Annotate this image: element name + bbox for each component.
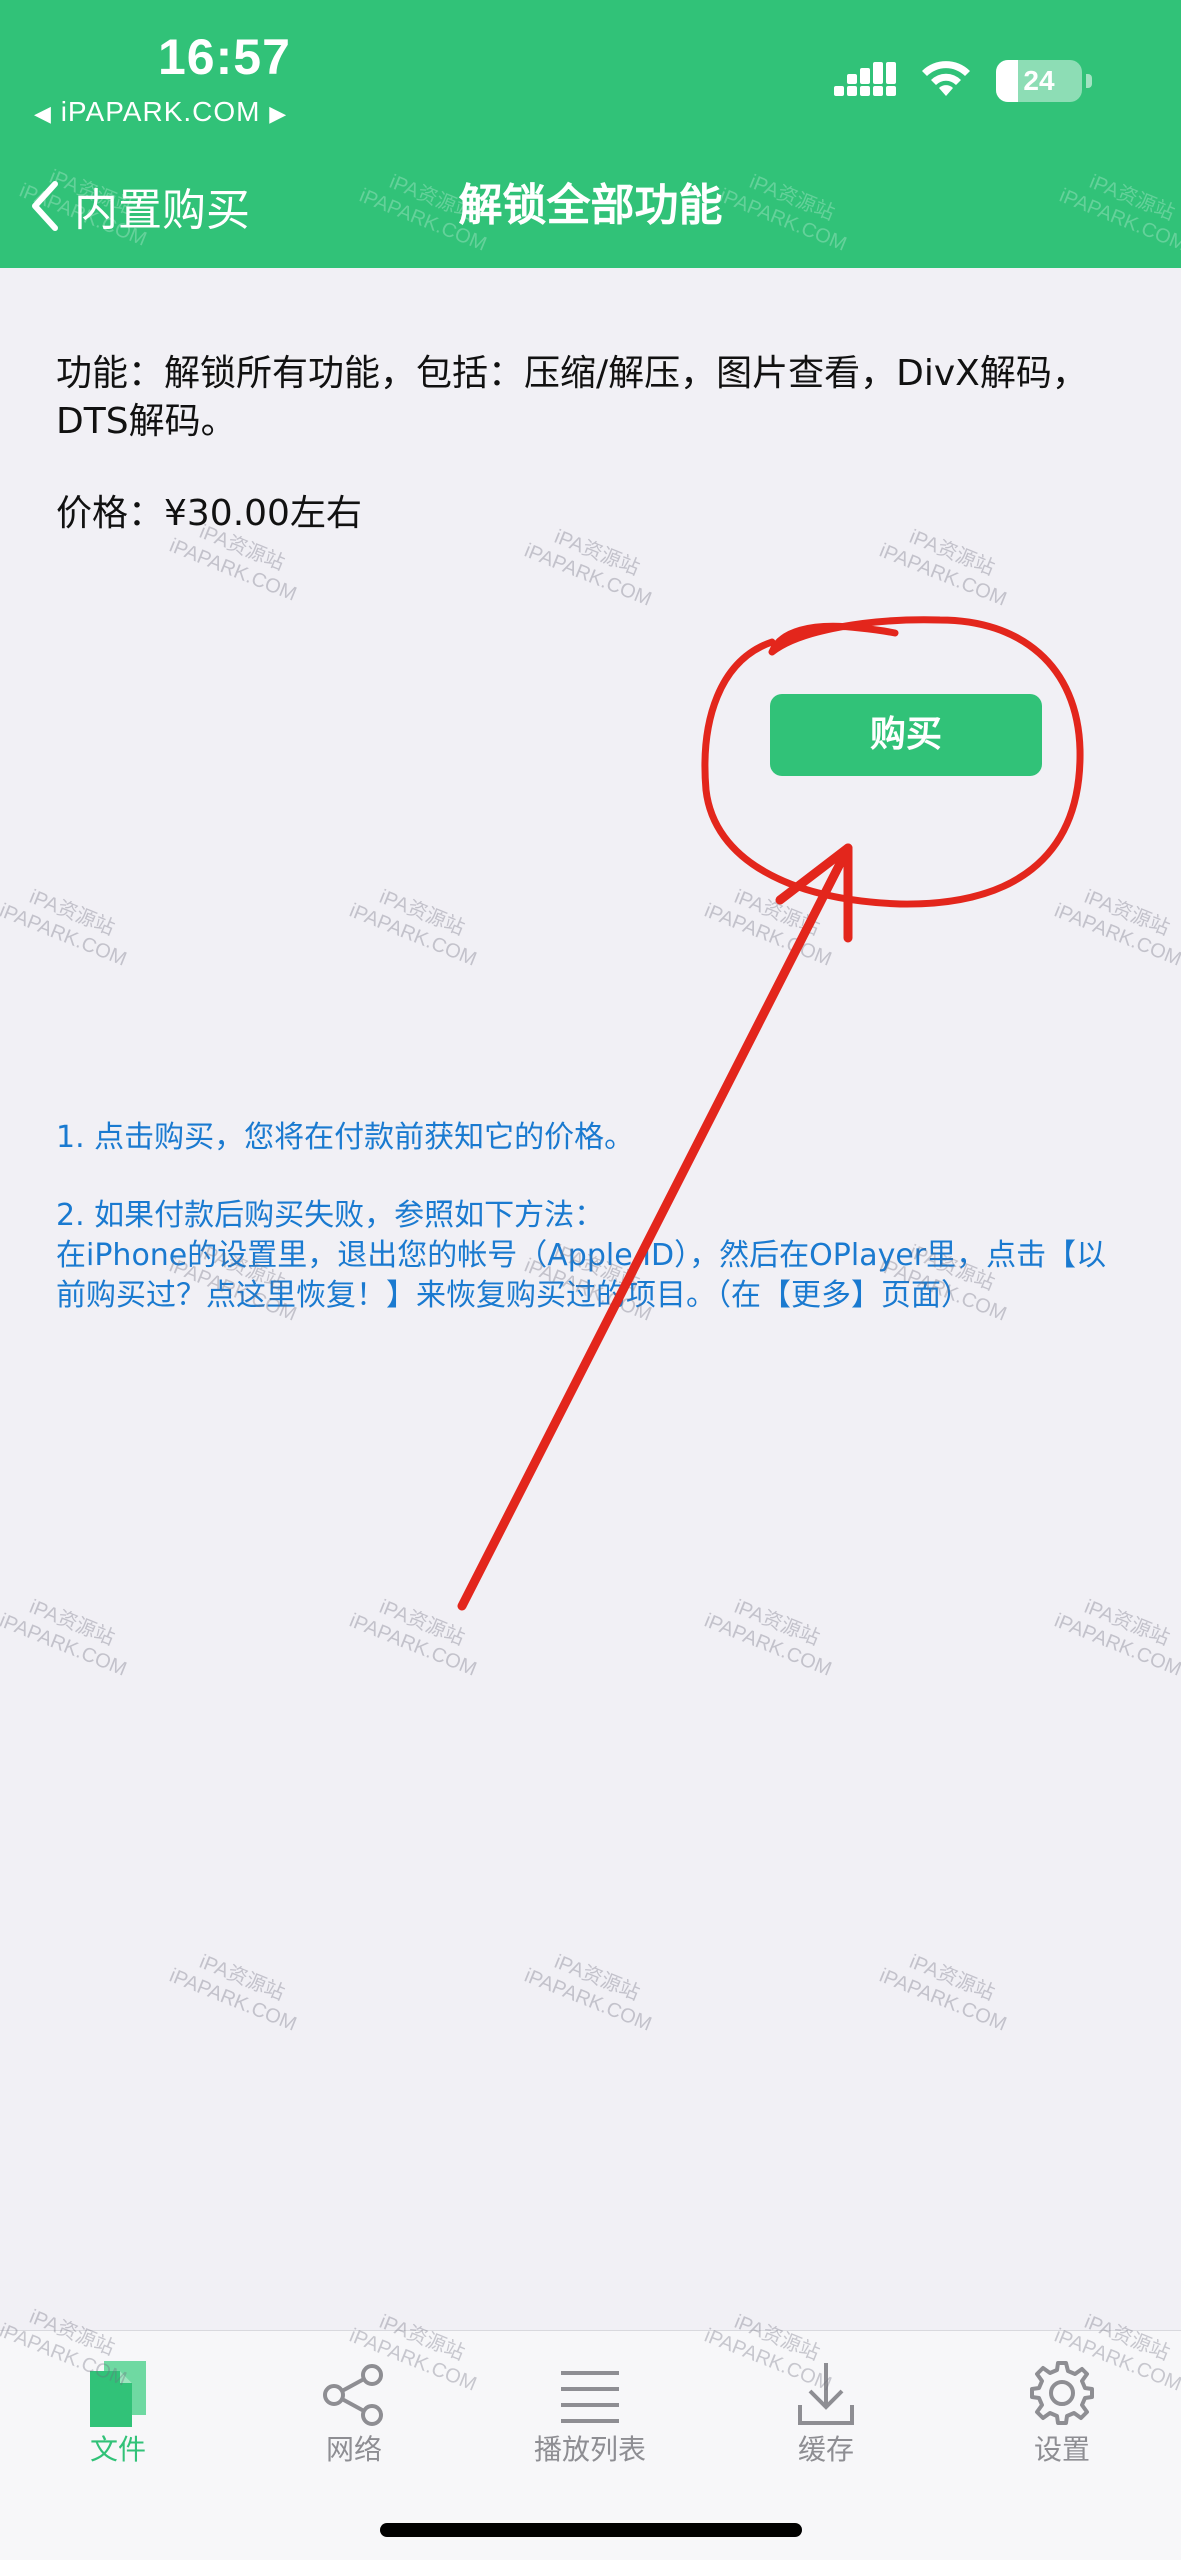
watermark: iPA资源站 iPAPARK.COM xyxy=(1051,885,1181,971)
list-icon xyxy=(561,2371,619,2423)
tab-network-label: 网络 xyxy=(325,2433,382,2466)
watermark: iPA资源站 iPAPARK.COM xyxy=(701,885,835,971)
watermark: iPA资源站 iPAPARK.COM xyxy=(876,1950,1010,2036)
watermark: iPA资源站 iPAPARK.COM xyxy=(0,885,130,971)
watermark: iPA资源站 iPAPARK.COM xyxy=(0,1595,130,1681)
tab-cache-label: 缓存 xyxy=(797,2433,854,2466)
watermark: iPA资源站 iPAPARK.COM xyxy=(166,1950,300,2036)
battery-indicator: 24 xyxy=(996,60,1094,102)
tab-settings-label: 设置 xyxy=(1033,2433,1090,2466)
watermark: iPA资源站 iPAPARK.COM xyxy=(521,1950,655,2036)
download-icon xyxy=(798,2363,854,2425)
status-carrier[interactable]: ◀ iPAPARK.COM ▶ xyxy=(34,96,287,128)
watermark: iPA资源站 iPAPARK.COM xyxy=(346,885,480,971)
tab-cache[interactable]: 缓存 xyxy=(708,2353,944,2473)
watermark: iPA资源站 iPAPARK.COM xyxy=(521,525,655,611)
wifi-icon xyxy=(922,61,970,96)
tab-playlist[interactable]: 播放列表 xyxy=(472,2353,708,2473)
gear-icon xyxy=(1030,2361,1094,2425)
buy-button[interactable]: 购买 xyxy=(770,694,1042,776)
watermark: iPA资源站 iPAPARK.COM xyxy=(701,1595,835,1681)
note-step-2: 2. 如果付款后购买失败，参照如下方法： xyxy=(56,1198,605,1233)
status-time: 16:57 xyxy=(158,29,291,85)
file-icon xyxy=(90,2361,146,2427)
battery-percent: 24 xyxy=(1023,65,1055,96)
purchase-notes: 1. 点击购买，您将在付款前获知它的价格。 2. 如果付款后购买失败，参照如下方… xyxy=(56,1118,1131,1316)
watermark: iPA资源站 iPAPARK.COM xyxy=(876,525,1010,611)
share-icon xyxy=(323,2364,383,2426)
back-button[interactable]: 内置购买 xyxy=(30,176,250,236)
tab-files-label: 文件 xyxy=(89,2433,146,2466)
back-button-label: 内置购买 xyxy=(74,185,250,236)
watermark: iPA资源站 iPAPARK.COM xyxy=(1051,1595,1181,1681)
carrier-right-arrow-icon: ▶ xyxy=(269,101,288,126)
tab-playlist-label: 播放列表 xyxy=(533,2433,646,2466)
feature-description: 功能：解锁所有功能，包括：压缩/解压，图片查看，DivX解码，DTS解码。 xyxy=(56,353,1088,442)
header: 16:57 ◀ iPAPARK.COM ▶ 24 解锁全部功能 内置购买 xyxy=(0,0,1181,268)
signal-icon xyxy=(834,62,896,96)
tab-files[interactable]: 文件 xyxy=(0,2353,236,2473)
app-screen: 16:57 ◀ iPAPARK.COM ▶ 24 解锁全部功能 内置购买 功能：… xyxy=(0,0,1181,2560)
carrier-left-arrow-icon: ◀ xyxy=(34,101,52,126)
annotation-arrow-head xyxy=(775,843,853,943)
note-step-2-detail: 在iPhone的设置里，退出您的帐号（Apple ID），然后在OPlayer里… xyxy=(56,1238,1107,1313)
carrier-label: iPAPARK.COM xyxy=(60,96,261,127)
home-indicator[interactable] xyxy=(380,2523,802,2537)
note-step-1: 1. 点击购买，您将在付款前获知它的价格。 xyxy=(56,1120,635,1155)
feature-section: 功能：解锁所有功能，包括：压缩/解压，图片查看，DivX解码，DTS解码。 价格… xyxy=(56,350,1136,534)
tab-network[interactable]: 网络 xyxy=(236,2353,472,2473)
chevron-left-icon xyxy=(32,181,58,231)
price-text: 价格：¥30.00左右 xyxy=(56,493,362,534)
watermark: iPA资源站 iPAPARK.COM xyxy=(346,1595,480,1681)
tab-settings[interactable]: 设置 xyxy=(944,2353,1180,2473)
